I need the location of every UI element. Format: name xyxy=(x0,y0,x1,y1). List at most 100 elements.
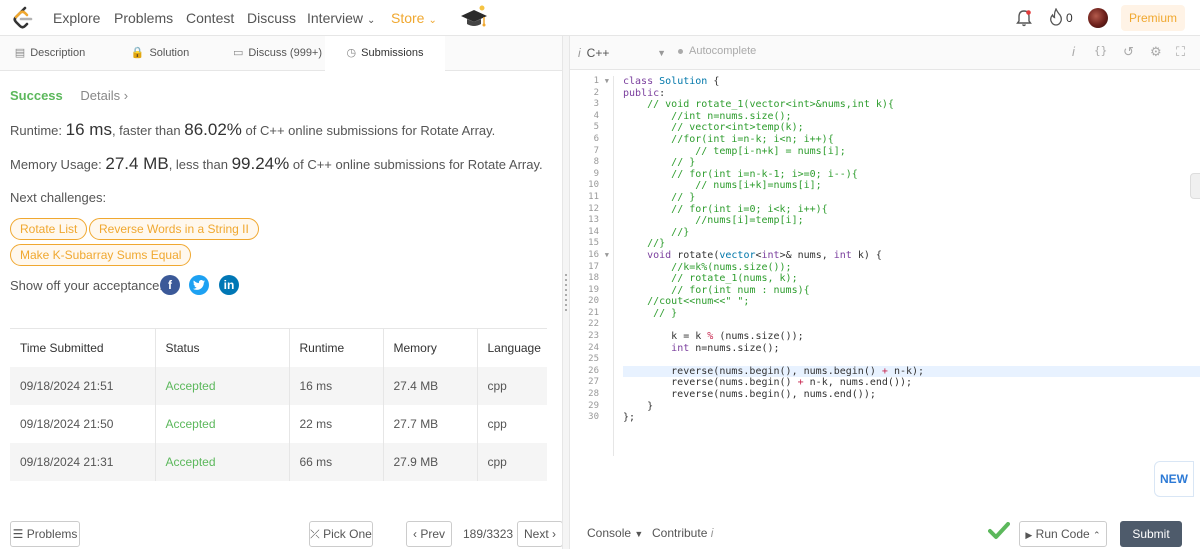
code-line[interactable]: //k=k%(nums.size()); xyxy=(623,262,1200,274)
run-code-button[interactable]: ▶ Run Code ⌃ xyxy=(1019,521,1107,547)
problems-list-button[interactable]: ☰ Problems xyxy=(10,521,80,547)
side-tab-icon[interactable] xyxy=(1190,173,1200,199)
nav-explore[interactable]: Explore xyxy=(53,10,100,26)
line-number: 16 ▼ xyxy=(588,249,609,262)
leetcode-logo[interactable] xyxy=(12,6,34,30)
nav-contest[interactable]: Contest xyxy=(186,10,234,26)
code-line[interactable]: reverse(nums.begin(), nums.begin() + n-k… xyxy=(623,365,1200,378)
fold-arrow-icon[interactable]: ▼ xyxy=(605,76,609,88)
header-time-submitted[interactable]: Time Submitted xyxy=(10,328,156,367)
streak-fire-icon[interactable] xyxy=(1049,8,1063,26)
code-line[interactable]: // for(int num : nums){ xyxy=(623,285,1200,297)
code-line[interactable]: //} xyxy=(623,227,1200,239)
editor-footer: Console ▼ Contribute i ▶ Run Code ⌃ Subm… xyxy=(570,519,1200,549)
challenge-chip-k-subarray[interactable]: Make K-Subarray Sums Equal xyxy=(10,244,192,266)
code-line[interactable]: // nums[i+k]=nums[i]; xyxy=(623,180,1200,192)
autocomplete-toggle[interactable]: Autocomplete xyxy=(678,45,756,57)
twitter-icon[interactable] xyxy=(189,275,209,295)
code-line[interactable]: // vector<int>temp(k); xyxy=(623,122,1200,134)
header-memory[interactable]: Memory xyxy=(383,328,478,367)
tab-description[interactable]: ▤ Description xyxy=(0,36,100,71)
contribute-link[interactable]: Contribute i xyxy=(652,526,713,540)
nav-discuss[interactable]: Discuss xyxy=(247,10,296,26)
facebook-icon[interactable]: f xyxy=(160,275,180,295)
code-line[interactable]: // } xyxy=(623,157,1200,169)
code-line[interactable]: // void rotate_1(vector<int>&nums,int k)… xyxy=(623,99,1200,111)
header-language[interactable]: Language xyxy=(477,328,547,367)
cell-runtime: 22 ms xyxy=(289,404,384,443)
settings-icon[interactable]: ⚙ xyxy=(1150,44,1162,60)
problems-list-label: Problems xyxy=(26,527,78,541)
header-runtime[interactable]: Runtime xyxy=(289,328,384,367)
nav-problems[interactable]: Problems xyxy=(114,10,173,26)
code-line[interactable]: //for(int i=n-k; i<n; i++){ xyxy=(623,134,1200,146)
challenge-chip-rotate-list[interactable]: Rotate List xyxy=(10,218,88,240)
fullscreen-icon[interactable]: ⛶ xyxy=(1176,44,1185,60)
line-number: 10 xyxy=(588,180,599,191)
user-avatar[interactable] xyxy=(1088,8,1108,28)
new-feature-badge[interactable]: NEW xyxy=(1154,461,1194,497)
panel-resizer[interactable] xyxy=(562,36,570,549)
next-button[interactable]: Next › xyxy=(517,521,563,547)
code-line[interactable]: // temp[i-n+k] = nums[i]; xyxy=(623,146,1200,158)
code-line[interactable]: // rotate_1(nums, k); xyxy=(623,273,1200,285)
line-number: 4 xyxy=(593,110,599,121)
tab-submissions[interactable]: ◷ Submissions xyxy=(325,36,445,71)
table-row[interactable]: 09/18/2024 21:51 Accepted 16 ms 27.4 MB … xyxy=(10,366,547,405)
braces-icon[interactable]: {} xyxy=(1094,44,1107,57)
details-label: Details xyxy=(80,88,121,103)
tab-discuss[interactable]: ▭ Discuss (999+) xyxy=(215,36,340,71)
code-line[interactable]: reverse(nums.begin(), nums.end()); xyxy=(623,389,1200,401)
code-line[interactable]: //int n=nums.size(); xyxy=(623,111,1200,123)
submit-button[interactable]: Submit xyxy=(1120,521,1182,547)
code-area[interactable]: class Solution {public: // void rotate_1… xyxy=(623,76,1200,424)
graduation-cap-icon[interactable] xyxy=(460,4,488,30)
code-line[interactable]: //nums[i]=temp[i]; xyxy=(623,215,1200,227)
linkedin-icon[interactable]: in xyxy=(219,275,239,295)
line-number: 30 xyxy=(588,412,599,423)
memory-mid: , less than xyxy=(168,157,228,172)
code-line[interactable]: // } xyxy=(623,192,1200,204)
code-line[interactable]: //} xyxy=(623,238,1200,250)
code-line[interactable]: public: xyxy=(623,88,1200,100)
code-line[interactable]: } xyxy=(623,401,1200,413)
chevron-down-icon: ▼ xyxy=(634,529,644,539)
code-line[interactable] xyxy=(623,354,1200,366)
code-line[interactable]: // for(int i=n-k-1; i>=0; i--){ xyxy=(623,169,1200,181)
cell-status[interactable]: Accepted xyxy=(155,404,290,443)
table-row[interactable]: 09/18/2024 21:31 Accepted 66 ms 27.9 MB … xyxy=(10,442,547,481)
info-icon[interactable]: i xyxy=(1072,44,1075,59)
nav-store[interactable]: Store ⌄ xyxy=(391,10,437,26)
pick-one-button[interactable]: ⤫ Pick One xyxy=(309,521,373,547)
bell-icon[interactable] xyxy=(1016,9,1032,27)
runtime-value: 16 ms xyxy=(65,120,112,139)
cell-language: cpp xyxy=(487,378,507,393)
console-toggle[interactable]: Console ▼ xyxy=(587,526,643,540)
nav-interview[interactable]: Interview ⌄ xyxy=(307,10,375,26)
prev-button[interactable]: ‹ Prev xyxy=(406,521,452,547)
code-line[interactable]: int n=nums.size(); xyxy=(623,343,1200,355)
language-select[interactable]: i C++ ▼ xyxy=(578,42,666,64)
code-line[interactable]: //cout<<num<<" "; xyxy=(623,296,1200,308)
code-line[interactable]: reverse(nums.begin() + n-k, nums.end()); xyxy=(623,377,1200,389)
code-line[interactable]: }; xyxy=(623,412,1200,424)
cell-status[interactable]: Accepted xyxy=(155,366,290,405)
code-line[interactable]: k = k % (nums.size()); xyxy=(623,331,1200,343)
header-status[interactable]: Status xyxy=(155,328,290,367)
code-line[interactable]: void rotate(vector<int>& nums, int k) { xyxy=(623,250,1200,262)
code-line[interactable]: // } xyxy=(623,308,1200,320)
tab-solution[interactable]: 🔒 Solution xyxy=(110,36,210,71)
premium-button[interactable]: Premium xyxy=(1121,5,1185,31)
fold-arrow-icon[interactable]: ▼ xyxy=(605,250,609,262)
chevron-right-icon: › xyxy=(552,527,557,541)
reset-icon[interactable]: ↺ xyxy=(1123,44,1134,60)
challenge-chip-reverse-words[interactable]: Reverse Words in a String II xyxy=(89,218,259,240)
table-row[interactable]: 09/18/2024 21:50 Accepted 22 ms 27.7 MB … xyxy=(10,404,547,443)
code-line[interactable]: // for(int i=0; i<k; i++){ xyxy=(623,204,1200,216)
next-challenges-label: Next challenges: xyxy=(10,190,107,205)
details-link[interactable]: Details › xyxy=(80,88,128,103)
code-line[interactable]: class Solution { xyxy=(623,76,1200,88)
code-line[interactable] xyxy=(623,319,1200,331)
cell-status[interactable]: Accepted xyxy=(155,442,290,481)
cell-memory: 27.9 MB xyxy=(383,442,478,481)
